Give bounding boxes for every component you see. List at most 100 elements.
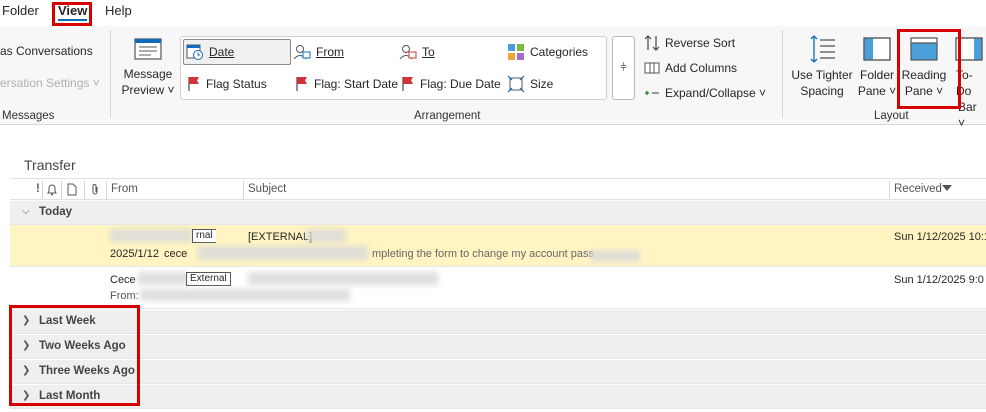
group-separator [782, 30, 783, 118]
chevron-down-icon: ⫩ [620, 61, 627, 74]
chevron-right-icon: ❯ [22, 390, 31, 401]
ribbon: as Conversations ersation Settings ˅ Mes… [0, 26, 986, 130]
redacted-preview [198, 246, 368, 260]
message-subject: [EXTERNAL] [248, 231, 313, 243]
external-badge: External [186, 272, 231, 286]
conversation-settings-button[interactable]: ersation Settings ˅ [0, 76, 100, 90]
column-divider[interactable] [61, 181, 62, 199]
calendar-clock-icon [186, 44, 203, 60]
received-column[interactable]: Received [894, 183, 942, 195]
chevron-right-icon: ❯ [22, 365, 31, 376]
reading-pane-button[interactable]: Reading Pane ˅ [900, 34, 948, 99]
arrange-date-label: Date [209, 45, 235, 59]
message-received: Sun 1/12/2025 10:1 [894, 231, 986, 243]
importance-column[interactable]: ! [36, 183, 40, 195]
preview-date: 2025/1/12 [110, 248, 159, 260]
arrange-flag-due-label: Flag: Due Date [420, 77, 501, 91]
message-row[interactable]: Cece External Sun 1/12/2025 9:0 From: [10, 267, 986, 309]
todo-bar-icon [955, 37, 983, 61]
folder-pane-icon [863, 37, 891, 61]
redacted-subject [248, 272, 438, 285]
group-header-last-week[interactable]: ❯ Last Week [10, 310, 986, 334]
column-divider[interactable] [42, 181, 43, 199]
reverse-sort-button[interactable]: Reverse Sort [644, 34, 735, 52]
arrange-flag-status-label: Flag Status [206, 77, 267, 91]
column-divider[interactable] [243, 181, 244, 199]
arrange-from-label: From [316, 45, 344, 59]
message-preview-icon [134, 38, 162, 60]
arrange-to-label: To [422, 45, 435, 59]
arrangement-more-button[interactable]: ⫩ [612, 36, 635, 100]
person-to-icon [399, 45, 417, 60]
redacted-sender [138, 272, 188, 285]
flag-icon [188, 77, 199, 91]
arrange-by-date[interactable]: Date [183, 39, 291, 65]
arrange-size-label: Size [530, 77, 554, 91]
group-header-three-weeks-ago[interactable]: ❯ Three Weeks Ago [10, 360, 986, 384]
message-from-line: From: [110, 290, 139, 302]
document-icon[interactable] [67, 183, 77, 196]
chevron-down-icon: ⌵ [22, 206, 30, 217]
size-icon [507, 75, 525, 93]
use-tighter-spacing-button[interactable]: Use Tighter Spacing [786, 34, 858, 99]
arrange-flag-start-label: Flag: Start Date [314, 77, 399, 91]
expand-collapse-icon [645, 91, 659, 95]
tighter-spacing-icon [810, 35, 835, 63]
flag-icon [296, 77, 307, 91]
tighter-spacing-label-2: Spacing [800, 84, 844, 98]
reading-pane-label-2: Pane ˅ [904, 84, 944, 98]
arrange-by-flag-due-date[interactable]: Flag: Due Date [401, 71, 501, 97]
subject-column[interactable]: Subject [248, 183, 286, 195]
arrange-categories-label: Categories [530, 45, 589, 59]
group-label: Today [39, 206, 73, 218]
folder-pane-button[interactable]: Folder Pane ˅ [856, 34, 898, 99]
message-row[interactable]: rnal [EXTERNAL] Sun 1/12/2025 10:1 2025/… [10, 225, 986, 267]
arrange-by-from[interactable]: From [293, 39, 344, 65]
group-header-last-month[interactable]: ❯ Last Month [10, 385, 986, 409]
column-divider[interactable] [889, 181, 890, 199]
todo-bar-button[interactable]: To-Do Bar ˅ [952, 34, 986, 131]
group-separator [110, 30, 111, 118]
message-preview-button[interactable]: Message Preview ˅ [118, 36, 178, 98]
message-received: Sun 1/12/2025 9:0 [894, 274, 984, 286]
tab-help[interactable]: Help [105, 3, 132, 18]
layout-group-label: Layout [874, 110, 909, 122]
external-badge: rnal [192, 229, 216, 243]
message-preview-label-1: Message [123, 67, 173, 81]
todo-bar-label-1: To-Do [956, 68, 973, 98]
tab-folder[interactable]: Folder [2, 3, 39, 18]
arrange-by-flag-start-date[interactable]: Flag: Start Date [295, 71, 398, 97]
menu-bar: Folder View Help [0, 0, 986, 24]
attachment-icon[interactable] [90, 183, 100, 196]
chevron-right-icon: ❯ [22, 315, 31, 326]
add-columns-button[interactable]: Add Columns [644, 60, 737, 76]
arrangement-group-label: Arrangement [414, 110, 481, 122]
preview-sender: cece [164, 248, 188, 260]
arrange-by-size[interactable]: Size [507, 71, 553, 97]
reading-pane-icon [910, 37, 938, 61]
reminder-bell-icon[interactable] [46, 183, 58, 196]
group-header-today[interactable]: ⌵ Today [10, 201, 986, 225]
show-as-conversations-button[interactable]: as Conversations [0, 44, 93, 58]
tab-view[interactable]: View [58, 3, 88, 21]
group-label: Three Weeks Ago [39, 365, 135, 377]
folder-pane-label-1: Folder [859, 68, 894, 82]
arrange-by-to[interactable]: To [399, 39, 435, 65]
group-label: Two Weeks Ago [39, 340, 126, 352]
from-column[interactable]: From [111, 183, 138, 195]
column-divider[interactable] [106, 181, 107, 199]
chevron-right-icon: ❯ [22, 340, 31, 351]
expand-collapse-label: Expand/Collapse ˅ [665, 86, 767, 100]
tighter-spacing-label-1: Use Tighter [791, 68, 853, 82]
arrange-by-flag-status[interactable]: Flag Status [187, 71, 267, 97]
expand-collapse-button[interactable]: Expand/Collapse ˅ [644, 86, 766, 100]
redacted-subject [306, 229, 346, 242]
redacted-preview [140, 289, 350, 301]
person-from-icon [293, 45, 311, 60]
reading-pane-label-1: Reading [901, 68, 947, 82]
group-header-two-weeks-ago[interactable]: ❯ Two Weeks Ago [10, 335, 986, 359]
arrange-by-categories[interactable]: Categories [507, 39, 588, 65]
categories-icon [508, 44, 524, 60]
column-divider[interactable] [84, 181, 85, 199]
todo-bar-label-2: Bar ˅ [958, 100, 977, 130]
